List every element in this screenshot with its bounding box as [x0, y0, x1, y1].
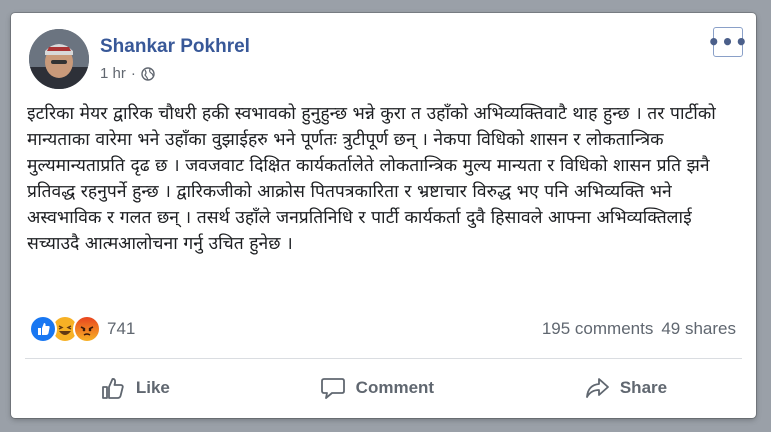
- share-button-label: Share: [619, 378, 668, 397]
- comment-button-label: Comment: [355, 378, 435, 397]
- comment-button[interactable]: Comment: [300, 369, 454, 407]
- thumbs-up-icon: [101, 378, 124, 399]
- comment-bubble-icon: [320, 378, 345, 399]
- post-text: इटरिका मेयर द्वारिक चौधरी हकी स्वभावको ह…: [27, 104, 716, 254]
- reaction-count: 741: [107, 319, 136, 338]
- like-button-label: Like: [135, 378, 170, 397]
- share-arrow-icon: [585, 378, 609, 398]
- avatar-photo: [29, 29, 89, 89]
- globe-icon[interactable]: [141, 66, 155, 81]
- angry-reaction-icon: [73, 315, 101, 343]
- shares-count-link[interactable]: 49 shares: [661, 319, 736, 339]
- author-name[interactable]: Shankar Pokhrel: [100, 36, 250, 58]
- post-actions-bar: Like Comment Share: [25, 366, 742, 410]
- like-button[interactable]: Like: [80, 369, 190, 407]
- post-stats: 195 comments 49 shares: [542, 319, 736, 339]
- share-button[interactable]: Share: [564, 369, 687, 407]
- more-options-button[interactable]: •••: [707, 27, 748, 57]
- like-reaction-icon: [29, 315, 57, 343]
- actions-divider: [25, 358, 742, 359]
- reactions-summary[interactable]: 741: [29, 315, 135, 343]
- post-card: Shankar Pokhrel 1 hr · ••• इटरिका मेयर द…: [11, 13, 756, 418]
- comments-count-link[interactable]: 195 comments: [542, 319, 654, 339]
- meta-separator: ·: [130, 65, 136, 82]
- author-avatar[interactable]: [29, 29, 89, 89]
- post-meta: 1 hr ·: [100, 65, 155, 82]
- post-timestamp[interactable]: 1 hr: [100, 65, 126, 82]
